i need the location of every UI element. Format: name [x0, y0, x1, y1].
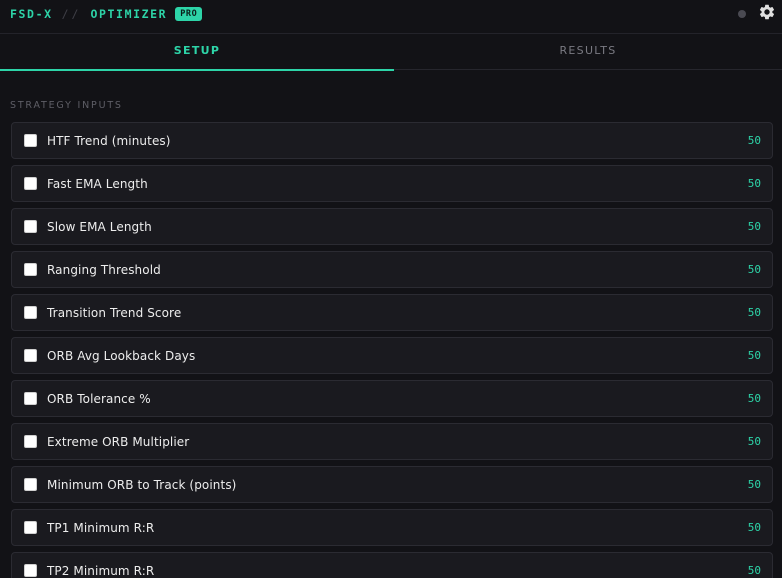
input-row[interactable]: ORB Tolerance % 50 — [11, 380, 773, 417]
input-row[interactable]: ORB Avg Lookback Days 50 — [11, 337, 773, 374]
input-value[interactable]: 50 — [748, 521, 761, 535]
input-label: ORB Avg Lookback Days — [47, 349, 196, 363]
tab-setup-label: SETUP — [173, 44, 221, 57]
brand-name: FSD-X — [10, 7, 53, 21]
input-row[interactable]: Minimum ORB to Track (points) 50 — [11, 466, 773, 503]
input-value[interactable]: 50 — [748, 478, 761, 492]
input-value[interactable]: 50 — [748, 306, 761, 320]
brand-separator: // — [61, 7, 82, 21]
input-row[interactable]: TP1 Minimum R:R 50 — [11, 509, 773, 546]
app-brand: FSD-X // OPTIMIZER PRO — [10, 7, 203, 21]
active-tab-indicator — [0, 69, 394, 71]
input-checkbox[interactable] — [24, 263, 37, 276]
input-row[interactable]: Transition Trend Score 50 — [11, 294, 773, 331]
input-checkbox[interactable] — [24, 306, 37, 319]
input-value[interactable]: 50 — [748, 435, 761, 449]
input-label: Fast EMA Length — [47, 177, 148, 191]
input-row[interactable]: Fast EMA Length 50 — [11, 165, 773, 202]
brand-product: OPTIMIZER — [90, 7, 168, 21]
input-label: Minimum ORB to Track (points) — [47, 478, 237, 492]
input-value[interactable]: 50 — [748, 564, 761, 578]
input-row[interactable]: TP2 Minimum R:R 50 — [11, 552, 773, 578]
input-row[interactable]: Extreme ORB Multiplier 50 — [11, 423, 773, 460]
tab-setup[interactable]: SETUP — [0, 34, 394, 71]
pro-badge: PRO — [175, 7, 203, 21]
input-checkbox[interactable] — [24, 521, 37, 534]
input-checkbox[interactable] — [24, 392, 37, 405]
input-value[interactable]: 50 — [748, 177, 761, 191]
strategy-inputs-list: HTF Trend (minutes) 50 Fast EMA Length 50 Sl… — [11, 122, 773, 578]
tab-results-label: RESULTS — [559, 44, 617, 57]
input-checkbox[interactable] — [24, 478, 37, 491]
input-label: TP2 Minimum R:R — [47, 564, 155, 578]
input-value[interactable]: 50 — [748, 349, 761, 363]
input-value[interactable]: 50 — [748, 134, 761, 148]
section-heading: STRATEGY INPUTS — [10, 100, 123, 111]
input-row[interactable]: HTF Trend (minutes) 50 — [11, 122, 773, 159]
status-dot-icon — [738, 10, 746, 18]
input-row[interactable]: Ranging Threshold 50 — [11, 251, 773, 288]
input-label: Extreme ORB Multiplier — [47, 435, 190, 449]
input-value[interactable]: 50 — [748, 220, 761, 234]
input-checkbox[interactable] — [24, 177, 37, 190]
input-label: ORB Tolerance % — [47, 392, 151, 406]
gear-icon[interactable] — [758, 3, 776, 21]
input-value[interactable]: 50 — [748, 263, 761, 277]
input-row[interactable]: Slow EMA Length 50 — [11, 208, 773, 245]
input-label: Slow EMA Length — [47, 220, 152, 234]
input-checkbox[interactable] — [24, 564, 37, 577]
tab-results[interactable]: RESULTS — [394, 34, 782, 70]
input-label: Transition Trend Score — [47, 306, 182, 320]
input-checkbox[interactable] — [24, 349, 37, 362]
input-label: HTF Trend (minutes) — [47, 134, 171, 148]
input-checkbox[interactable] — [24, 435, 37, 448]
input-checkbox[interactable] — [24, 220, 37, 233]
tab-bar: SETUP RESULTS — [0, 34, 782, 71]
input-checkbox[interactable] — [24, 134, 37, 147]
input-label: Ranging Threshold — [47, 263, 161, 277]
input-label: TP1 Minimum R:R — [47, 521, 155, 535]
top-bar: FSD-X // OPTIMIZER PRO — [0, 0, 782, 34]
input-value[interactable]: 50 — [748, 392, 761, 406]
